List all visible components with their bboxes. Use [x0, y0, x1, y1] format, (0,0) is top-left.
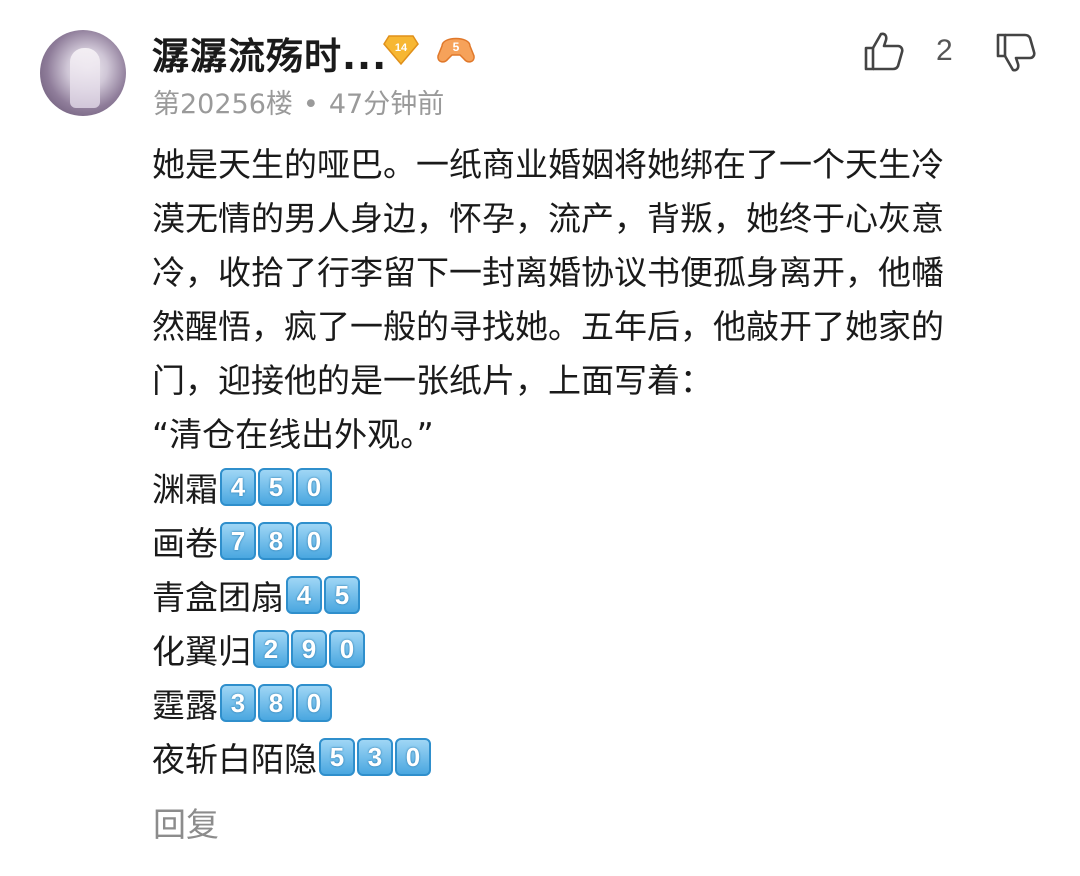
floor-number: 第20256楼 — [153, 89, 293, 120]
keycap-digit-icon: 5 — [319, 738, 355, 776]
keycap-digit-icon: 0 — [296, 468, 332, 506]
keycap-digit-icon: 8 — [258, 522, 294, 560]
body-line: “清仓在线出外观。” — [152, 415, 434, 454]
keycap-digit-icon: 8 — [258, 684, 294, 722]
list-item: 渊霜 4 5 0 — [152, 460, 431, 514]
fan-badge-text: 5 — [453, 40, 460, 54]
comment-meta: 第20256楼 • 47分钟前 — [153, 82, 444, 121]
keycap-digit-icon: 0 — [296, 684, 332, 722]
body-line: 然醒悟，疯了一般的寻找她。五年后，他敲开了她家的 — [152, 307, 944, 346]
post-time: 47分钟前 — [328, 89, 445, 120]
item-name: 画卷 — [152, 524, 218, 563]
list-item: 画卷 7 8 0 — [152, 514, 431, 568]
keycap-digit-icon: 0 — [329, 630, 365, 668]
keycap-digit-icon: 2 — [253, 630, 289, 668]
item-name: 霆露 — [152, 686, 218, 725]
list-item: 化翼归 2 9 0 — [152, 622, 431, 676]
item-name: 化翼归 — [152, 632, 251, 671]
comment-card: 潺潺流殇时... 14 5 第20256楼 • 47分钟前 2 她是天生的哑巴。一纸… — [0, 0, 1080, 876]
level-badge-text: 14 — [395, 42, 408, 54]
keycap-digit-icon: 0 — [395, 738, 431, 776]
keycap-digit-icon: 4 — [220, 468, 256, 506]
keycap-digit-icon: 5 — [258, 468, 294, 506]
list-item: 霆露 3 8 0 — [152, 676, 431, 730]
keycap-digit-icon: 3 — [357, 738, 393, 776]
like-count: 2 — [936, 34, 953, 67]
thumbs-down-icon[interactable] — [994, 32, 1038, 74]
item-name: 夜斩白陌隐 — [152, 740, 317, 779]
item-list: 渊霜 4 5 0 画卷 7 8 0 青盒团扇 4 5 化翼归 2 9 0 霆露 … — [152, 460, 431, 784]
thumbs-up-icon[interactable] — [862, 30, 906, 72]
list-item: 青盒团扇 4 5 — [152, 568, 431, 622]
body-line: 漠无情的男人身边，怀孕，流产，背叛，她终于心灰意 — [152, 199, 944, 238]
keycap-digit-icon: 4 — [286, 576, 322, 614]
comment-body: 她是天生的哑巴。一纸商业婚姻将她绑在了一个天生冷 漠无情的男人身边，怀孕，流产，… — [152, 138, 1042, 462]
keycap-digit-icon: 0 — [296, 522, 332, 560]
fan-badge-icon: 5 — [437, 37, 475, 63]
body-line: 冷，收拾了行李留下一封离婚协议书便孤身离开，他幡 — [152, 253, 944, 292]
keycap-digit-icon: 7 — [220, 522, 256, 560]
avatar-figure — [70, 48, 100, 108]
body-line: 门，迎接他的是一张纸片，上面写着： — [152, 361, 713, 400]
item-name: 青盒团扇 — [152, 578, 284, 617]
level-badge-icon: 14 — [383, 35, 419, 66]
avatar[interactable] — [40, 30, 126, 116]
username[interactable]: 潺潺流殇时... — [152, 26, 387, 80]
meta-separator: • — [302, 89, 319, 120]
body-line: 她是天生的哑巴。一纸商业婚姻将她绑在了一个天生冷 — [152, 145, 944, 184]
item-name: 渊霜 — [152, 470, 218, 509]
reply-button[interactable]: 回复 — [153, 798, 219, 846]
keycap-digit-icon: 3 — [220, 684, 256, 722]
keycap-digit-icon: 9 — [291, 630, 327, 668]
list-item: 夜斩白陌隐 5 3 0 — [152, 730, 431, 784]
keycap-digit-icon: 5 — [324, 576, 360, 614]
